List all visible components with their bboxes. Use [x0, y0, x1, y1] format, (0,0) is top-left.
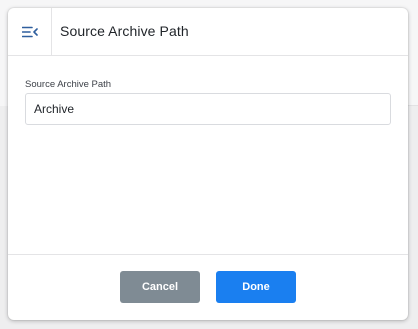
- collapse-menu-icon: [21, 26, 38, 37]
- done-button[interactable]: Done: [216, 271, 296, 303]
- dialog-footer: Cancel Done: [8, 254, 408, 320]
- collapse-menu-button[interactable]: [8, 8, 52, 55]
- dialog-header: Source Archive Path: [8, 8, 408, 56]
- dialog-title: Source Archive Path: [60, 23, 189, 39]
- source-archive-path-label: Source Archive Path: [25, 79, 112, 90]
- cancel-button[interactable]: Cancel: [120, 271, 200, 303]
- source-archive-path-dialog: Source Archive Path Source Archive Path …: [8, 8, 408, 320]
- source-archive-path-input[interactable]: [25, 93, 391, 125]
